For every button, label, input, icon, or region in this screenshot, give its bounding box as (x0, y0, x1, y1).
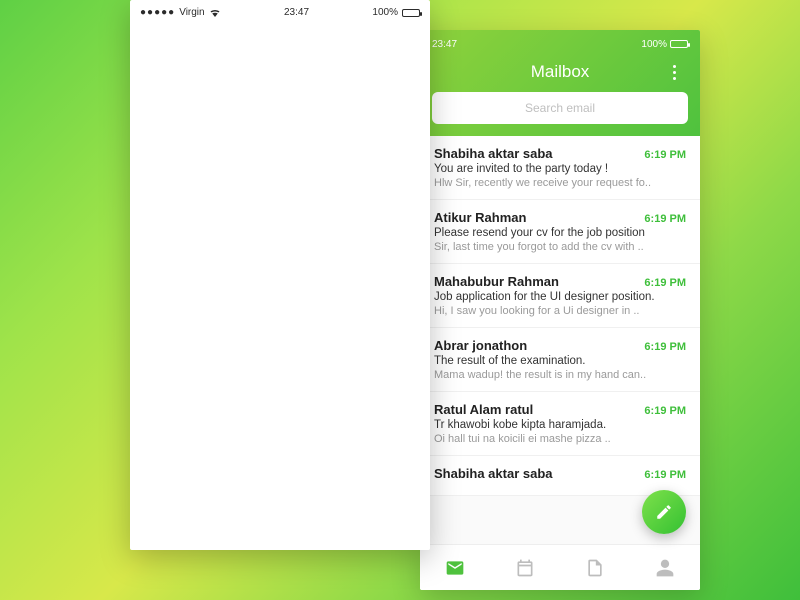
person-icon (655, 558, 675, 578)
email-sender: Ratul Alam ratul (434, 402, 533, 417)
tab-mail[interactable] (443, 556, 467, 580)
email-subject: The result of the examination. (434, 355, 686, 367)
title-bar: Mailbox (432, 52, 688, 92)
mail-icon (445, 558, 465, 578)
calendar-icon (515, 558, 535, 578)
compose-button[interactable] (642, 490, 686, 534)
tab-profile[interactable] (653, 556, 677, 580)
email-subject: Tr khawobi kobe kipta haramjada. (434, 419, 686, 431)
email-row[interactable]: Ratul Alam ratul 6:19 PM Tr khawobi kobe k… (420, 392, 700, 456)
email-subject: Please resend your cv for the job positi… (434, 227, 686, 239)
status-battery-text: 100% (641, 39, 667, 50)
email-preview: Oi hall tui na koicili ei mashe pizza .. (434, 433, 686, 445)
email-time: 6:19 PM (644, 277, 686, 289)
file-icon (585, 558, 605, 578)
email-row[interactable]: Abrar jonathon 6:19 PM The result of the e… (420, 328, 700, 392)
pencil-icon (655, 503, 673, 521)
tab-calendar[interactable] (513, 556, 537, 580)
tab-files[interactable] (583, 556, 607, 580)
blank-screen: ●●●●● Virgin 23:47 100% (130, 0, 430, 550)
email-row[interactable]: Atikur Rahman 6:19 PM Please resend your c… (420, 200, 700, 264)
search-input[interactable]: Search email (432, 92, 688, 124)
email-sender: Atikur Rahman (434, 210, 526, 225)
email-list[interactable]: Shabiha aktar saba 6:19 PM You are invited… (420, 136, 700, 544)
page-title: Mailbox (531, 62, 590, 82)
email-sender: Abrar jonathon (434, 338, 527, 353)
email-sender: Mahabubur Rahman (434, 274, 559, 289)
carrier-label: Virgin (179, 7, 204, 18)
email-row[interactable]: Shabiha aktar saba 6:19 PM You are invited… (420, 136, 700, 200)
email-time: 6:19 PM (644, 341, 686, 353)
status-time: 23:47 (432, 39, 457, 50)
email-sender: Shabiha aktar saba (434, 466, 553, 481)
email-time: 6:19 PM (644, 213, 686, 225)
status-battery-text-left: 100% (372, 7, 398, 18)
battery-icon (670, 40, 688, 48)
email-preview: Hi, I saw you looking for a Ui designer … (434, 305, 686, 317)
status-time-left: 23:47 (284, 7, 309, 18)
battery-icon-left (402, 9, 420, 17)
email-time: 6:19 PM (644, 149, 686, 161)
mailbox-screen: 23:47 100% Mailbox Search email Shabiha … (420, 30, 700, 590)
app-header: 23:47 100% Mailbox Search email (420, 30, 700, 136)
email-preview: Sir, last time you forgot to add the cv … (434, 241, 686, 253)
status-bar: 23:47 100% (432, 36, 688, 52)
email-time: 6:19 PM (644, 469, 686, 481)
wifi-icon (209, 8, 221, 17)
email-sender: Shabiha aktar saba (434, 146, 553, 161)
email-row[interactable]: Mahabubur Rahman 6:19 PM Job application f… (420, 264, 700, 328)
more-options-button[interactable] (662, 60, 686, 84)
email-time: 6:19 PM (644, 405, 686, 417)
signal-icon: ●●●●● (140, 7, 175, 18)
email-subject: Job application for the UI designer posi… (434, 291, 686, 303)
email-preview: Hlw Sir, recently we receive your reques… (434, 177, 686, 189)
status-bar-left: ●●●●● Virgin 23:47 100% (130, 0, 430, 20)
tab-bar (420, 544, 700, 590)
email-preview: Mama wadup! the result is in my hand can… (434, 369, 686, 381)
email-subject: You are invited to the party today ! (434, 163, 686, 175)
search-placeholder: Search email (525, 101, 595, 115)
